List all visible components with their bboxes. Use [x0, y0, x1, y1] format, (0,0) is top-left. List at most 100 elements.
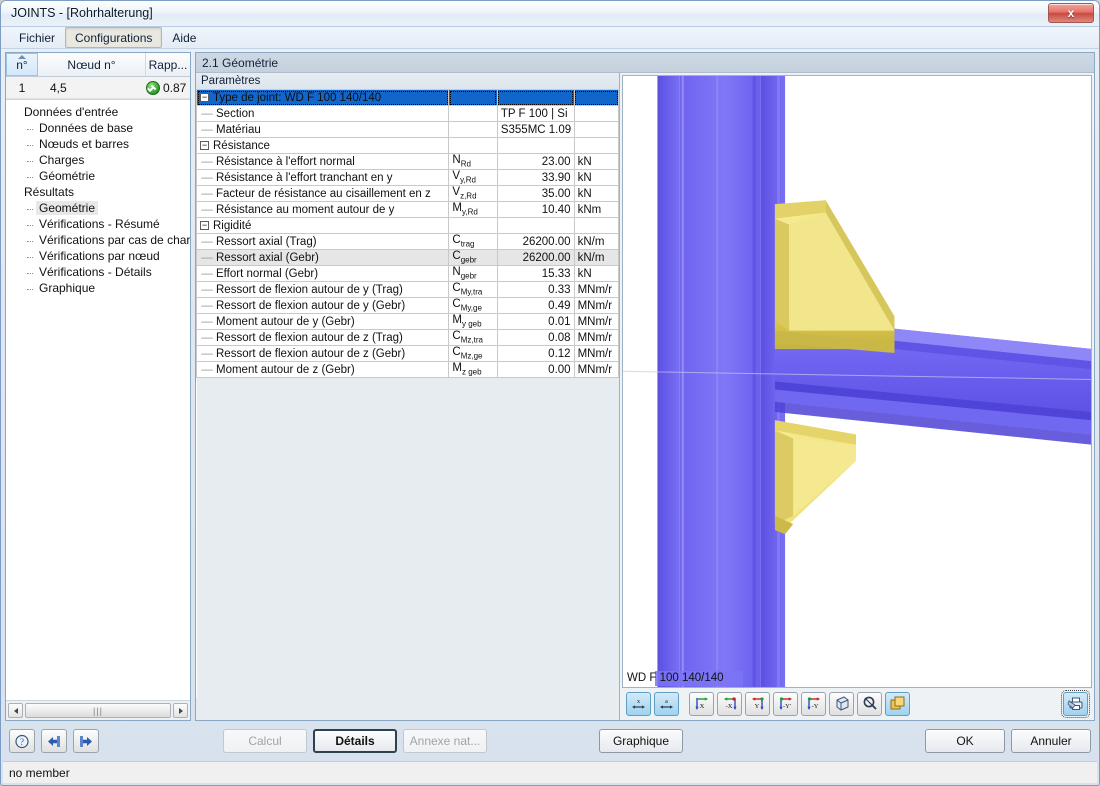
calcul-button[interactable]: Calcul — [223, 729, 307, 753]
grid-row[interactable]: — Moment autour de z (Gebr) Mz geb 0.00 MNm/… — [196, 361, 619, 378]
dimension-x-button[interactable]: x — [626, 691, 651, 716]
zoom-reset-button[interactable] — [857, 691, 882, 716]
isometric-view-button[interactable] — [829, 691, 854, 716]
grid-row[interactable]: — Ressort de flexion autour de z (Gebr) CM… — [196, 345, 619, 362]
view-y-button[interactable]: Y — [745, 691, 770, 716]
grid-row[interactable]: — Ressort axial (Trag) Ctrag 26200.00 kN/m — [196, 233, 619, 250]
collapse-expander-icon[interactable]: − — [200, 220, 209, 230]
grid-row[interactable]: — Résistance au moment autour de y My,Rd 10… — [196, 201, 619, 218]
grid-row[interactable]: — Effort normal (Gebr) Ngebr 15.33 kN — [196, 265, 619, 282]
print-view-button[interactable] — [1061, 689, 1090, 718]
grid-group-row[interactable]: − Rigidité — [196, 217, 619, 234]
previous-button[interactable] — [41, 729, 67, 753]
grid-cell-symbol: My,Rd — [448, 201, 498, 218]
tree-item-geometrie-entree[interactable]: Géométrie — [6, 168, 190, 184]
next-button[interactable] — [73, 729, 99, 753]
grid-cell-value[interactable]: 0.12 — [496, 345, 575, 362]
grid-cell-value[interactable] — [496, 137, 575, 154]
grid-cell-value[interactable]: 0.01 — [496, 313, 575, 330]
tree-group-donnees-entree[interactable]: Données d'entrée — [6, 104, 190, 120]
menu-item-configurations[interactable]: Configurations — [65, 27, 163, 48]
grid-cell-symbol — [448, 89, 498, 106]
tree-item-verifications-par-cas-de-charge[interactable]: Vérifications par cas de charge — [6, 232, 190, 248]
tree-dash-icon: — — [201, 187, 213, 200]
tree-group-resultats[interactable]: Résultats — [6, 184, 190, 200]
grid-cell-value[interactable]: TP F 100 | Si — [496, 105, 575, 122]
view-minus-y-prime-button[interactable]: -Y' — [773, 691, 798, 716]
view-minus-x-button[interactable]: -X — [717, 691, 742, 716]
details-button[interactable]: Détails — [313, 729, 397, 753]
scroll-left-button[interactable] — [8, 703, 23, 718]
tree-item-donnees-de-base[interactable]: Données de base — [6, 120, 190, 136]
close-button[interactable]: x — [1048, 3, 1094, 23]
grid-row[interactable]: — Ressort de flexion autour de z (Trag) CM… — [196, 329, 619, 346]
tree-item-verifications-par-noeud[interactable]: Vérifications par nœud — [6, 248, 190, 264]
grid-row[interactable]: — Section TP F 100 | Si — [196, 105, 619, 122]
view-x-button[interactable]: X — [689, 691, 714, 716]
grid-row[interactable]: — Ressort de flexion autour de y (Gebr) CM… — [196, 297, 619, 314]
grid-group-row[interactable]: − Résistance — [196, 137, 619, 154]
grid-group-label: Résistance — [213, 139, 270, 152]
render-mode-button[interactable] — [885, 691, 910, 716]
status-ok-icon — [146, 80, 160, 95]
grid-cell-unit: kN — [573, 265, 619, 282]
grid-cell-value[interactable] — [496, 217, 575, 234]
grid-cell-value[interactable]: 23.00 — [496, 153, 575, 170]
grid-cell-label: — Ressort axial (Trag) — [196, 233, 450, 250]
tree-item-verifications-resume[interactable]: Vérifications - Résumé — [6, 216, 190, 232]
graphique-button[interactable]: Graphique — [599, 729, 683, 753]
tree-item-noeuds-et-barres[interactable]: Nœuds et barres — [6, 136, 190, 152]
tree-item-charges[interactable]: Charges — [6, 152, 190, 168]
grid-cell-label: — Résistance à l'effort tranchant en y — [196, 169, 450, 186]
grid-cell-symbol: Mz geb — [448, 361, 498, 378]
grid-cell-value[interactable] — [496, 89, 575, 106]
grid-cell-value[interactable]: 15.33 — [496, 265, 575, 282]
svg-text:-Y': -Y' — [782, 703, 790, 710]
grid-cell-value[interactable]: S355MC 1.09 — [496, 121, 575, 138]
help-button[interactable]: ? — [9, 729, 35, 753]
grid-cell-value[interactable]: 26200.00 — [496, 249, 575, 266]
grid-empty-row — [196, 601, 619, 618]
menu-item-aide[interactable]: Aide — [162, 27, 206, 48]
grid-cell-unit: MNm/r — [573, 297, 619, 314]
grid-cell-value[interactable]: 33.90 — [496, 169, 575, 186]
grid-cell-value[interactable]: 10.40 — [496, 201, 575, 218]
grid-row[interactable]: — Facteur de résistance au cisaillement e… — [196, 185, 619, 202]
ok-button[interactable]: OK — [925, 729, 1005, 753]
menu-item-fichier[interactable]: Fichier — [9, 27, 65, 48]
grid-cell-value[interactable]: 0.33 — [496, 281, 575, 298]
grid-row[interactable]: — Matériau S355MC 1.09 — [196, 121, 619, 138]
collapse-expander-icon[interactable]: − — [200, 140, 209, 150]
grid-cell-value[interactable]: 0.00 — [496, 361, 575, 378]
tree-item-graphique[interactable]: Graphique — [6, 280, 190, 296]
grid-cell-value[interactable]: 0.08 — [496, 329, 575, 346]
grid-group-row[interactable]: − Type de joint: WD F 100 140/140 — [196, 89, 619, 106]
column-header-no[interactable]: n° — [6, 53, 38, 76]
tree-item-verifications-details[interactable]: Vérifications - Détails — [6, 264, 190, 280]
grid-cell-value[interactable]: 26200.00 — [496, 233, 575, 250]
column-header-ratio[interactable]: Rapp... — [146, 53, 190, 76]
view-minus-y-button[interactable]: -Y — [801, 691, 826, 716]
grid-cell-value[interactable]: 35.00 — [496, 185, 575, 202]
parameter-grid-scroll[interactable]: − Type de joint: WD F 100 140/140— Section… — [196, 89, 619, 720]
table-row[interactable]: 1 4,5 0.87 — [6, 77, 190, 99]
annuler-button[interactable]: Annuler — [1011, 729, 1091, 753]
grid-row[interactable]: — Ressort axial (Gebr) Cgebr 26200.00 kN/m — [196, 249, 619, 266]
grid-row[interactable]: — Résistance à l'effort tranchant en y Vy,… — [196, 169, 619, 186]
tree-item-geometrie-resultats[interactable]: Geométrie — [6, 200, 190, 216]
svg-text:Y: Y — [754, 703, 759, 710]
grid-row[interactable]: — Moment autour de y (Gebr) My geb 0.01 MNm/… — [196, 313, 619, 330]
left-panel-horizontal-scrollbar[interactable]: ||| — [6, 700, 190, 720]
scrollbar-thumb[interactable]: ||| — [25, 703, 171, 718]
3d-viewport[interactable]: WD F 100 140/140 — [622, 75, 1092, 688]
dimension-a-button[interactable]: a — [654, 691, 679, 716]
grid-row[interactable]: — Ressort de flexion autour de y (Trag) CM… — [196, 281, 619, 298]
grid-row[interactable]: — Résistance à l'effort normal NRd 23.00 kN — [196, 153, 619, 170]
annexe-nationale-button[interactable]: Annexe nat... — [403, 729, 487, 753]
scroll-right-button[interactable] — [173, 703, 188, 718]
grid-empty-row — [196, 409, 619, 426]
scrollbar-track[interactable]: ||| — [25, 703, 171, 718]
grid-cell-value[interactable]: 0.49 — [496, 297, 575, 314]
column-header-node[interactable]: Nœud n° — [38, 53, 146, 76]
collapse-expander-icon[interactable]: − — [200, 92, 209, 102]
